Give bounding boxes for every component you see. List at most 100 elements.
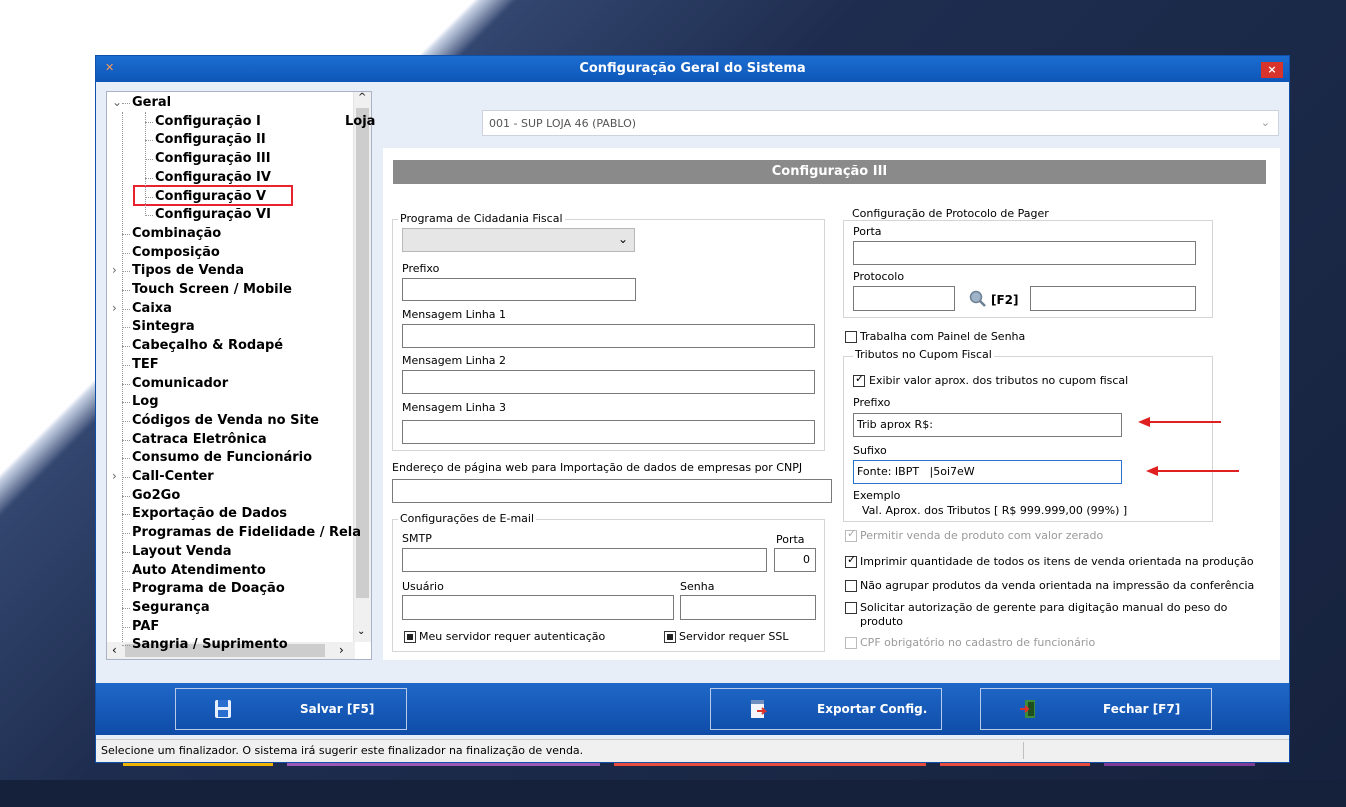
tree-item[interactable]: Log [132, 393, 159, 411]
option-label: CPF obrigatório no cadastro de funcionár… [860, 636, 1096, 649]
usuario-input[interactable] [402, 595, 674, 620]
tree-connector [122, 402, 130, 404]
option-checkbox: ✓ [845, 527, 857, 542]
check-icon: ✓ [847, 527, 857, 540]
exibir-tributos-label: Exibir valor aprox. dos tributos no cupo… [869, 374, 1129, 387]
tree-vertical-scrollbar[interactable]: ^ ⌄ [353, 92, 371, 642]
tree-item[interactable]: Layout Venda [132, 543, 232, 561]
expand-icon[interactable]: ⌄ [112, 95, 122, 109]
tree-item[interactable]: Composição [132, 244, 220, 262]
protocolo-input[interactable] [853, 286, 955, 311]
tree-item[interactable]: Geral [132, 94, 171, 112]
auth-checkbox[interactable] [404, 631, 416, 643]
color-strip [940, 763, 1090, 766]
loja-select[interactable]: 001 - SUP LOJA 46 (PABLO) ⌄ [482, 110, 1279, 136]
ssl-label: Servidor requer SSL [679, 630, 789, 643]
linha1-label: Mensagem Linha 1 [402, 308, 507, 321]
tree-item[interactable]: Tipos de Venda [132, 262, 244, 280]
export-config-button[interactable]: Exportar Config. [710, 688, 942, 730]
tree-connector [122, 252, 130, 254]
ssl-checkbox[interactable] [664, 631, 676, 643]
linha3-label: Mensagem Linha 3 [402, 401, 507, 414]
protocolo-desc-input[interactable] [1030, 286, 1196, 311]
tree-connector [122, 533, 130, 535]
tree-item[interactable]: Configuração IV [155, 169, 271, 187]
save-button[interactable]: Salvar [F5] [175, 688, 407, 730]
annotation-arrowhead [1138, 417, 1150, 427]
endereco-label: Endereço de página web para Importação d… [392, 461, 803, 474]
close-window-button[interactable]: × [1261, 62, 1283, 78]
porta-input[interactable]: 0 [774, 548, 816, 572]
status-message: Selecione um finalizador. O sistema irá … [101, 744, 584, 757]
tree-item[interactable]: Configuração I [155, 113, 261, 131]
tree-connector [145, 140, 153, 142]
tree-item[interactable]: Segurança [132, 599, 210, 617]
linha1-input[interactable] [402, 324, 815, 348]
option-checkbox[interactable]: ✓ [845, 554, 857, 568]
tree-item[interactable]: Consumo de Funcionário [132, 449, 312, 467]
tree-connector [145, 215, 153, 217]
scroll-up-icon[interactable]: ^ [358, 92, 366, 103]
collapse-icon[interactable]: › [112, 469, 117, 483]
smtp-input[interactable] [402, 548, 767, 572]
color-strip [287, 763, 600, 766]
exemplo-text: Val. Aprox. dos Tributos [ R$ 999.999,00… [862, 504, 1128, 517]
tree-connector [145, 177, 153, 179]
tree-item[interactable]: Códigos de Venda no Site [132, 412, 319, 430]
tree-item[interactable]: Configuração VI [155, 206, 271, 224]
tree-item[interactable]: Combinação [132, 225, 221, 243]
scroll-right-icon[interactable]: › [339, 643, 344, 657]
tree-item[interactable]: Programas de Fidelidade / Rela [132, 524, 361, 542]
tributos-sufixo-input[interactable]: Fonte: IBPT |5oi7eW [853, 460, 1122, 484]
tree-item[interactable]: Cabeçalho & Rodapé [132, 337, 283, 355]
tree-item[interactable]: Go2Go [132, 487, 180, 505]
tree-item[interactable]: Exportação de Dados [132, 505, 287, 523]
tree-item[interactable]: Catraca Eletrônica [132, 431, 267, 449]
tree-item[interactable]: Auto Atendimento [132, 562, 266, 580]
tree-item[interactable]: Programa de Doação [132, 580, 285, 598]
tributos-prefixo-input[interactable]: Trib aprox R$: [853, 413, 1122, 437]
tree-item[interactable]: Comunicador [132, 375, 228, 393]
search-icon[interactable] [969, 290, 987, 308]
scroll-left-icon[interactable]: ‹ [112, 643, 117, 657]
cidadania-select[interactable]: ⌄ [402, 228, 635, 252]
pager-porta-input[interactable] [853, 241, 1196, 265]
linha3-input[interactable] [402, 420, 815, 444]
status-bar: Selecione um finalizador. O sistema irá … [96, 739, 1289, 762]
option-label: Não agrupar produtos da venda orientada … [860, 579, 1255, 592]
tree-item[interactable]: TEF [132, 356, 159, 374]
tree-connector [122, 420, 130, 422]
tree-connector [145, 121, 153, 123]
senha-input[interactable] [680, 595, 816, 620]
annotation-arrow [1155, 470, 1239, 472]
painel-senha-checkbox[interactable] [845, 331, 857, 343]
option-checkbox[interactable] [845, 580, 857, 592]
tributos-prefixo-label: Prefixo [853, 396, 891, 409]
tree-item[interactable]: Caixa [132, 300, 172, 318]
tree-item[interactable]: Touch Screen / Mobile [132, 281, 292, 299]
close-f7-button[interactable]: Fechar [F7] [980, 688, 1212, 730]
loja-label: Loja [345, 114, 376, 129]
scroll-down-icon[interactable]: ⌄ [357, 626, 365, 637]
exibir-tributos-checkbox[interactable]: ✓ [853, 373, 865, 387]
tree-item[interactable]: PAF [132, 618, 159, 636]
tree-connector [122, 589, 130, 591]
cidadania-prefixo-input[interactable] [402, 278, 636, 301]
tree-item[interactable]: Configuração II [155, 131, 266, 149]
option-checkbox[interactable] [845, 602, 857, 614]
tree-item[interactable]: Sintegra [132, 318, 195, 336]
export-config-label: Exportar Config. [817, 702, 928, 716]
desktop-bottom [0, 780, 1346, 807]
linha2-input[interactable] [402, 370, 815, 394]
tree-item[interactable]: Configuração V [155, 188, 266, 206]
collapse-icon[interactable]: › [112, 301, 117, 315]
tree-item[interactable]: Call-Center [132, 468, 214, 486]
chevron-down-icon: ⌄ [1260, 116, 1270, 129]
tree-connector [122, 570, 130, 572]
option-label: Imprimir quantidade de todos os itens de… [860, 555, 1254, 568]
endereco-input[interactable] [392, 479, 832, 503]
tree-item[interactable]: Sangria / Suprimento [132, 636, 288, 654]
collapse-icon[interactable]: › [112, 263, 117, 277]
settings-tree[interactable]: ^ ⌄ ‹ › ⌄ Geral Configuração I Configuração… [106, 91, 372, 660]
tree-item[interactable]: Configuração III [155, 150, 271, 168]
